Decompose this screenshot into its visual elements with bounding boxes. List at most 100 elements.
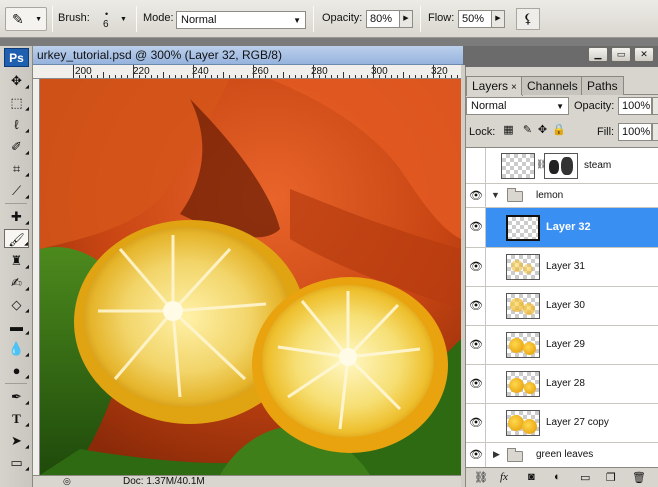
ruler-tick: [109, 75, 110, 78]
chevron-down-icon: ▼: [293, 16, 301, 25]
layer-row-steam[interactable]: ⛓ steam: [466, 148, 658, 184]
ruler-label: 240: [192, 66, 209, 77]
new-group-icon[interactable]: ▭: [580, 471, 590, 484]
visibility-toggle[interactable]: 👁: [466, 248, 486, 286]
opacity-slider-button[interactable]: ▶: [399, 10, 413, 28]
brush-icon: ✎: [12, 11, 24, 27]
lock-position-icon[interactable]: ✥: [536, 124, 549, 137]
ruler-tick: [271, 75, 272, 78]
layer-opacity-slider-button[interactable]: [652, 97, 658, 115]
restore-icon: ▭: [616, 49, 626, 59]
status-menu-icon[interactable]: ◎: [63, 476, 71, 487]
photoshop-logo: Ps: [4, 48, 29, 67]
ruler-tick: [241, 75, 242, 78]
crop-icon: ⌗: [12, 161, 21, 176]
mode-value: Normal: [181, 14, 217, 26]
layer-group-green-leaves[interactable]: 👁 ▶ green leaves: [466, 443, 658, 467]
eyedropper-tool[interactable]: ⟋ ◢: [4, 181, 29, 200]
healing-brush-tool[interactable]: ✚ ◢: [4, 207, 29, 226]
lock-transparent-icon[interactable]: ▦: [502, 124, 515, 137]
add-mask-icon[interactable]: ◙: [528, 471, 535, 483]
ruler-tick: [97, 75, 98, 78]
history-brush-icon: ✍: [11, 275, 22, 290]
airbrush-icon: ⚸: [523, 11, 533, 26]
layer-row-layer-28[interactable]: 👁 Layer 28: [466, 365, 658, 404]
ruler-tick: [181, 75, 182, 78]
lock-all-icon[interactable]: 🔒: [552, 124, 566, 137]
history-brush-tool[interactable]: ✍ ◢: [4, 273, 29, 292]
tool-preset-picker[interactable]: ✎ ▼: [5, 7, 47, 31]
visibility-toggle[interactable]: 👁: [466, 208, 486, 247]
blur-tool[interactable]: 💧 ◢: [4, 339, 29, 358]
clone-stamp-tool[interactable]: ♜ ◢: [4, 251, 29, 270]
layer-row-layer-27-copy[interactable]: 👁 Layer 27 copy: [466, 404, 658, 443]
ruler-tick: [439, 75, 440, 78]
chevron-down-icon: ▼: [35, 16, 42, 23]
layer-group-lemon[interactable]: 👁 ▼ lemon: [466, 184, 658, 208]
shape-tool[interactable]: ▭ ◢: [4, 453, 29, 472]
close-button[interactable]: ✕: [634, 47, 654, 62]
document-canvas[interactable]: [40, 79, 461, 475]
visibility-toggle[interactable]: 👁: [466, 404, 486, 442]
visibility-toggle[interactable]: 👁: [466, 326, 486, 364]
blend-mode-dropdown[interactable]: Normal ▼: [466, 97, 569, 115]
restore-button[interactable]: ▭: [611, 47, 631, 62]
visibility-toggle[interactable]: 👁: [466, 443, 486, 467]
layer-row-layer-32[interactable]: 👁 Layer 32: [466, 208, 658, 248]
tab-channels[interactable]: Channels: [521, 76, 584, 95]
mask-thumbnail[interactable]: [544, 153, 578, 179]
minimize-button[interactable]: ▁: [588, 47, 608, 62]
new-layer-icon[interactable]: ❐: [606, 471, 616, 484]
expand-triangle-icon[interactable]: ▼: [491, 190, 500, 200]
flow-field[interactable]: 50%: [458, 10, 492, 28]
ruler-tick: [217, 75, 218, 78]
vertical-ruler[interactable]: [33, 79, 40, 475]
mode-dropdown[interactable]: Normal ▼: [176, 11, 306, 29]
path-selection-tool[interactable]: ➤ ◢: [4, 431, 29, 450]
airbrush-toggle[interactable]: ⚸: [516, 8, 540, 30]
lasso-tool[interactable]: ℓ ◢: [4, 115, 29, 134]
document-size: Doc: 1.37M/40.1M: [123, 476, 205, 487]
pen-tool[interactable]: ✒ ◢: [4, 387, 29, 406]
opacity-label: Opacity:: [322, 12, 363, 24]
brush-size-picker[interactable]: • 6 ▼: [98, 6, 134, 32]
layer-style-icon[interactable]: fx: [500, 471, 508, 483]
brush-tool[interactable]: 🖌 ◢: [4, 229, 29, 248]
document-title-bar[interactable]: urkey_tutorial.psd @ 300% (Layer 32, RGB…: [33, 46, 463, 65]
tab-layers[interactable]: Layers ×: [466, 76, 523, 96]
move-tool[interactable]: ✥ ◢: [4, 71, 29, 90]
status-bar: ◎ Doc: 1.37M/40.1M: [33, 475, 461, 487]
dodge-tool[interactable]: ● ◢: [4, 361, 29, 380]
lock-image-icon[interactable]: ✎: [521, 124, 534, 137]
marquee-tool[interactable]: ⬚ ◢: [4, 93, 29, 112]
crop-tool[interactable]: ⌗ ◢: [4, 159, 29, 178]
visibility-toggle[interactable]: 👁: [466, 184, 486, 207]
ruler-tick: [163, 72, 164, 78]
trash-icon[interactable]: 🗑: [632, 471, 646, 484]
expand-triangle-icon[interactable]: ▶: [493, 449, 500, 460]
eraser-tool[interactable]: ◇ ◢: [4, 295, 30, 314]
flow-slider-button[interactable]: ▶: [491, 10, 505, 28]
fill-slider-button[interactable]: [652, 123, 658, 141]
horizontal-ruler[interactable]: 200 220 240 260 280 300 320: [33, 65, 461, 79]
visibility-toggle[interactable]: 👁: [466, 365, 486, 403]
visibility-toggle[interactable]: 👁: [466, 287, 486, 325]
quick-selection-tool[interactable]: ✐ ◢: [4, 137, 29, 156]
folder-icon: [507, 448, 523, 462]
fill-field[interactable]: 100%: [618, 123, 652, 141]
visibility-toggle[interactable]: [466, 148, 486, 183]
layer-row-layer-29[interactable]: 👁 Layer 29: [466, 326, 658, 365]
close-icon[interactable]: ×: [511, 82, 517, 93]
adjustment-layer-icon[interactable]: ◐: [554, 471, 561, 483]
type-tool[interactable]: T ◢: [4, 409, 29, 428]
ruler-tick: [103, 72, 104, 78]
layer-row-layer-31[interactable]: 👁 Layer 31: [466, 248, 658, 287]
ruler-tick: [331, 75, 332, 78]
gradient-tool[interactable]: ▬ ◢: [4, 317, 29, 336]
tab-paths[interactable]: Paths: [581, 76, 624, 95]
layer-row-layer-30[interactable]: 👁 Layer 30: [466, 287, 658, 326]
ruler-tick: [349, 75, 350, 78]
layer-opacity-field[interactable]: 100%: [618, 97, 652, 115]
link-layers-icon[interactable]: ⛓: [474, 471, 488, 484]
opacity-field[interactable]: 80%: [366, 10, 400, 28]
